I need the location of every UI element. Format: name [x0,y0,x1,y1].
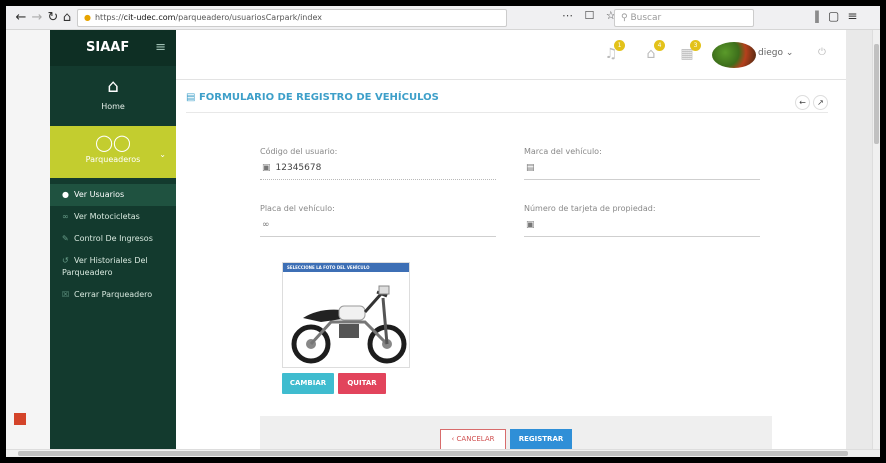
id-card-icon: ▣ [526,220,535,230]
bell-icon[interactable]: ♫ 1 [602,40,625,64]
page-title-text: FORMULARIO DE REGISTRO DE VEHÍCULOS [198,92,439,103]
motorcycle-icon: ∞ [262,220,270,230]
hscroll-thumb[interactable] [18,451,848,456]
notification-badge: 3 [690,40,701,51]
sidebar-item-label: Control De Ingresos [74,234,153,243]
user-name: diego [758,48,783,58]
url-bar[interactable]: ● https://cit-udec.com/parqueadero/usuari… [77,9,507,27]
notification-badge: 1 [614,40,625,51]
card-number-field: Número de tarjeta de propiedad: ▣ [524,204,760,237]
horizontal-scrollbar[interactable] [6,449,880,457]
calendar-icon[interactable]: ▦ 3 [678,40,701,64]
id-card-icon: ▣ [262,163,271,173]
sidebar-item-label: Ver Usuarios [74,190,125,199]
sidebar-item-label: Ver Historiales Del Parqueadero [62,256,148,277]
vehicle-photo-card[interactable]: SELECCIONE LA FOTO DEL VEHÍCULO [282,262,410,368]
motorcycle-icon: ∞ [62,212,69,221]
main-content: ▤ FORMULARIO DE REGISTRO DE VEHÍCULOS ← ↗… [176,80,846,457]
home-icon: ⌂ [107,76,119,97]
library-icon[interactable]: ‖▢≡ [814,9,865,23]
chevron-down-icon: ⌄ [159,150,166,159]
sidebar-item-ver-usuarios[interactable]: ● Ver Usuarios [50,184,176,206]
home-browser-icon[interactable]: ⌂ [58,9,76,27]
form-icon: ▤ [186,92,199,103]
page-title: ▤ FORMULARIO DE REGISTRO DE VEHÍCULOS [186,92,439,103]
sidebar-item-label: Ver Motocicletas [74,212,140,221]
right-gutter [846,30,872,457]
module-label: Parqueaderos [85,155,141,164]
sidebar-item-control-ingresos[interactable]: ✎ Control De Ingresos [50,228,176,250]
user-icon: ● [62,190,69,199]
browser-toolbar: ← → ↻ ⌂ ● https://cit-udec.com/parqueader… [6,6,880,30]
expand-icon[interactable]: ↗ [813,95,828,110]
brand-input[interactable]: ▤ [524,163,760,180]
user-code-field: Código del usuario: ▣ 12345678 [260,147,496,180]
plate-field: Placa del vehículo: ∞ [260,204,496,237]
card-number-label: Número de tarjeta de propiedad: [524,204,656,213]
search-placeholder: Buscar [630,13,662,23]
notification-badge: 4 [654,40,665,51]
user-code-value: 12345678 [275,163,322,173]
page-actions-icon[interactable]: ⋯ ☐ ☆ [562,9,620,22]
register-button[interactable]: REGISTRAR [510,429,572,450]
sidebar-item-historiales[interactable]: ↺ Ver Historiales Del Parqueadero [50,250,176,284]
browser-search-input[interactable]: ⚲ Buscar [614,9,754,27]
avatar[interactable] [712,42,756,68]
divider [186,112,828,113]
home-label: Home [101,102,125,111]
brand: SIAAF ≡ [50,30,176,66]
url-path: /parqueadero/usuariosCarpark/index [175,13,322,22]
plate-input[interactable]: ∞ [260,220,496,237]
remove-photo-button[interactable]: QUITAR [338,373,386,394]
search-icon: ⚲ [621,13,628,23]
motorcycle-icon: ◯◯ [95,133,131,152]
plate-label: Placa del vehículo: [260,204,335,213]
brand-field: Marca del vehículo: ▤ [524,147,760,180]
hamburger-icon[interactable]: ≡ [155,40,166,55]
left-gutter [6,30,50,449]
sidebar-item-cerrar[interactable]: ☒ Cerrar Parqueadero [50,284,176,306]
url-host: cit-udec.com [123,13,176,22]
scroll-thumb[interactable] [874,44,879,144]
brand-label: Marca del vehículo: [524,147,602,156]
change-photo-button[interactable]: CAMBIAR [282,373,334,394]
sidebar-item-ver-motocicletas[interactable]: ∞ Ver Motocicletas [50,206,176,228]
app-tray-icon[interactable] [14,413,26,425]
panel-tools: ← ↗ [792,90,828,110]
sidebar: SIAAF ≡ ⌂ Home ◯◯ Parqueaderos ⌄ ● Ver Us… [50,30,176,457]
vertical-scrollbar[interactable] [872,30,880,457]
logout-icon[interactable]: ⏻ [818,47,826,58]
topbar: ♫ 1 ⌂ 4 ▦ 3 diego ⌄ ⏻ [176,30,846,80]
lock-icon: ● [84,13,91,22]
sidebar-item-label: Cerrar Parqueadero [74,290,153,299]
photo-header: SELECCIONE LA FOTO DEL VEHÍCULO [283,263,409,272]
user-code-input[interactable]: ▣ 12345678 [260,163,496,180]
home-alert-icon[interactable]: ⌂ 4 [642,40,665,64]
edit-icon: ✎ [62,234,69,243]
sidebar-menu: ● Ver Usuarios ∞ Ver Motocicletas ✎ Control… [50,184,176,306]
back-arrow-icon[interactable]: ← [795,95,810,110]
sidebar-item-home[interactable]: ⌂ Home [50,66,176,126]
sidebar-item-parqueaderos[interactable]: ◯◯ Parqueaderos ⌄ [50,126,176,178]
close-square-icon: ☒ [62,290,70,299]
card-number-input[interactable]: ▣ [524,220,760,237]
motorcycle-photo [283,272,409,367]
user-menu[interactable]: diego ⌄ [758,48,793,58]
card-icon: ▤ [526,163,535,173]
history-icon: ↺ [62,256,69,265]
brand-name: SIAAF [86,40,130,55]
user-code-label: Código del usuario: [260,147,338,156]
cancel-button[interactable]: ‹ CANCELAR [440,429,506,450]
url-prefix: https:// [94,13,124,22]
screen: ← → ↻ ⌂ ● https://cit-udec.com/parqueader… [6,6,880,457]
chevron-down-icon: ⌄ [785,48,794,58]
